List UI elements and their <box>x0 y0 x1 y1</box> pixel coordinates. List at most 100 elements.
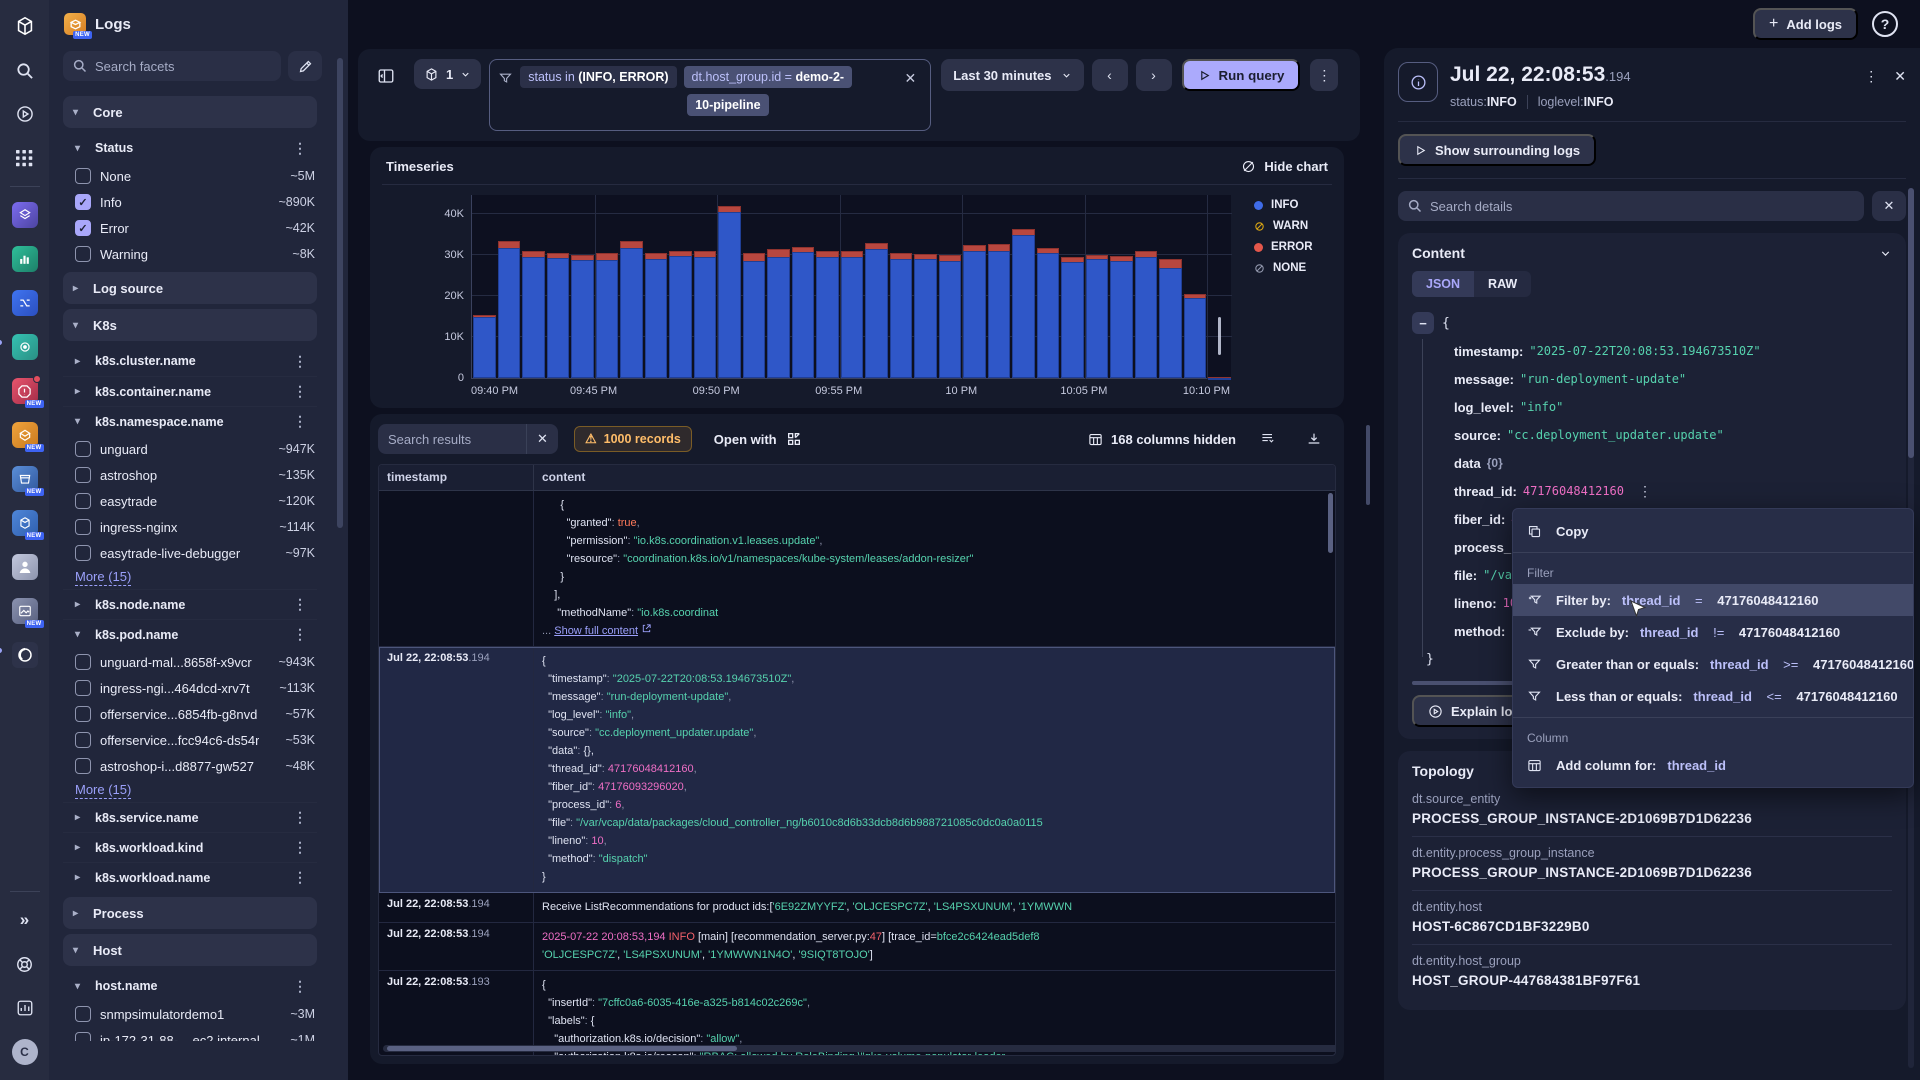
facet-value-row[interactable]: ingress-ngi...464dcd-xrv7t~113K <box>63 675 317 701</box>
chart-bar[interactable] <box>1208 377 1231 378</box>
tab-raw[interactable]: RAW <box>1474 271 1531 297</box>
facet-value-row[interactable]: Warning~8K <box>63 241 317 267</box>
json-node-message[interactable]: message:"run-deployment-update" <box>1412 365 1892 393</box>
live-debugger-app-icon[interactable]: NEW <box>7 593 43 629</box>
facet-kebab-icon[interactable]: ⋮ <box>293 809 307 826</box>
facet-section-host[interactable]: ▾Host <box>63 934 317 966</box>
analytics-icon[interactable] <box>7 990 43 1026</box>
facet-section-log-source[interactable]: ▸Log source <box>63 272 317 304</box>
menu-item-add-column-for-[interactable]: Add column for: thread_id <box>1513 749 1913 781</box>
checkbox-unchecked[interactable] <box>75 680 91 696</box>
checkbox-unchecked[interactable] <box>75 545 91 561</box>
filter-chip-1[interactable]: status in (INFO, ERROR) <box>520 66 676 88</box>
facet-kebab-icon[interactable]: ⋮ <box>293 413 307 430</box>
chart-bar[interactable] <box>865 243 888 378</box>
chart-bar[interactable] <box>963 245 986 378</box>
facet-group-k8s-node-name[interactable]: ▸k8s.node.name⋮ <box>63 589 317 619</box>
clouds-app-icon[interactable] <box>7 197 43 233</box>
menu-item-greater-than-or-equals-[interactable]: Greater than or equals: thread_id >= 471… <box>1513 648 1913 680</box>
facet-group-k8s-workload-kind[interactable]: ▸k8s.workload.kind⋮ <box>63 832 317 862</box>
chart-bar[interactable] <box>669 251 692 378</box>
table-row[interactable]: Jul 22, 22:08:53.193{ "insertId": "7cffc… <box>379 971 1335 1056</box>
checkbox-unchecked[interactable] <box>75 654 91 670</box>
distributed-tracing-app-icon[interactable] <box>7 285 43 321</box>
facet-value-row[interactable]: None~5M <box>63 163 317 189</box>
checkbox-unchecked[interactable] <box>75 732 91 748</box>
chart-bar[interactable] <box>841 251 864 378</box>
tab-json[interactable]: JSON <box>1412 271 1474 297</box>
chart-bar[interactable] <box>1086 255 1109 378</box>
show-surrounding-logs-button[interactable]: Show surrounding logs <box>1398 134 1596 166</box>
chart-bar[interactable] <box>498 241 521 378</box>
collapse-section-icon[interactable] <box>1879 247 1892 260</box>
json-node-thread_id[interactable]: thread_id:47176048412160⋮ <box>1412 477 1892 505</box>
facet-kebab-icon[interactable]: ⋮ <box>293 353 307 370</box>
hide-chart-button[interactable]: Hide chart <box>1241 159 1328 174</box>
add-logs-button[interactable]: + Add logs <box>1753 8 1858 40</box>
json-node-log_level[interactable]: log_level:"info" <box>1412 393 1892 421</box>
collapse-sidebar-icon[interactable] <box>372 62 400 90</box>
timeframe-selector[interactable]: Last 30 minutes <box>941 59 1083 91</box>
chart-bar[interactable] <box>473 315 496 378</box>
table-row[interactable]: Jul 22, 22:08:53.194{ "timestamp": "2025… <box>379 647 1335 893</box>
checkbox-unchecked[interactable] <box>75 441 91 457</box>
app-grid-icon[interactable] <box>7 140 43 176</box>
facet-value-row[interactable]: offerservice...6854fb-g8nvd~57K <box>63 701 317 727</box>
topology-value[interactable]: PROCESS_GROUP_INSTANCE-2D1069B7D1D62236 <box>1412 811 1892 826</box>
chart-bar[interactable] <box>522 251 545 378</box>
clear-filter-icon[interactable]: ✕ <box>899 66 923 91</box>
facet-value-row[interactable]: unguard~947K <box>63 436 317 462</box>
facet-value-row[interactable]: snmpsimulatordemo1~3M <box>63 1001 317 1027</box>
search-icon[interactable] <box>7 52 43 88</box>
column-header-content[interactable]: content <box>534 465 1335 490</box>
user-sessions-app-icon[interactable] <box>7 549 43 585</box>
checkbox-unchecked[interactable] <box>75 1032 91 1041</box>
collapse-node-button[interactable]: − <box>1412 312 1434 334</box>
timeseries-chart[interactable]: 010K20K30K40K09:40 PM09:45 PM09:50 PM09:… <box>386 187 1328 392</box>
clusters-app-icon[interactable]: NEW <box>7 505 43 541</box>
checkbox-unchecked[interactable] <box>75 168 91 184</box>
chart-bar[interactable] <box>620 241 643 378</box>
facet-value-row[interactable]: easytrade-live-debugger~97K <box>63 540 317 566</box>
json-node-kebab[interactable]: ⋮ <box>1638 483 1652 500</box>
facet-kebab-icon[interactable]: ⋮ <box>293 383 307 400</box>
clear-details-search-icon[interactable]: ✕ <box>1872 191 1906 221</box>
facet-section-core[interactable]: ▾Core <box>63 96 317 128</box>
automations-icon[interactable] <box>7 96 43 132</box>
legend-item-error[interactable]: ERROR <box>1254 241 1313 253</box>
facet-group-k8s-cluster-name[interactable]: ▸k8s.cluster.name⋮ <box>63 346 317 376</box>
edit-facets-button[interactable] <box>288 51 322 81</box>
chart-bar[interactable] <box>1159 259 1182 378</box>
facet-kebab-icon[interactable]: ⋮ <box>293 626 307 643</box>
topology-value[interactable]: HOST_GROUP-447684381BF97F61 <box>1412 973 1892 988</box>
table-row[interactable]: Jul 22, 22:08:53.194Receive ListRecommen… <box>379 893 1335 923</box>
chart-bar[interactable] <box>1061 257 1084 378</box>
dynatrace-logo-icon[interactable] <box>7 8 43 44</box>
facet-value-row[interactable]: unguard-mal...8658f-x9vcr~943K <box>63 649 317 675</box>
sidebar-scrollbar[interactable] <box>337 58 343 528</box>
table-row[interactable]: { "granted": true, "permission": "io.k8s… <box>379 491 1335 647</box>
facet-value-row[interactable]: ✓Error~42K <box>63 215 317 241</box>
chart-bar[interactable] <box>767 249 790 378</box>
facet-kebab-icon[interactable]: ⋮ <box>293 978 307 995</box>
columns-hidden-button[interactable]: 168 columns hidden <box>1088 432 1236 447</box>
facet-value-row[interactable]: easytrade~120K <box>63 488 317 514</box>
chart-bar[interactable] <box>547 253 570 378</box>
search-facets-input[interactable] <box>63 51 281 81</box>
timeframe-next-button[interactable]: › <box>1136 59 1172 91</box>
close-detail-icon[interactable]: ✕ <box>1894 68 1906 85</box>
facet-value-row[interactable]: ingress-nginx~114K <box>63 514 317 540</box>
checkbox-unchecked[interactable] <box>75 467 91 483</box>
chart-bar[interactable] <box>743 253 766 378</box>
table-horizontal-scrollbar[interactable] <box>383 1045 1336 1052</box>
timeframe-prev-button[interactable]: ‹ <box>1092 59 1128 91</box>
chart-bar[interactable] <box>645 253 668 378</box>
topology-value[interactable]: PROCESS_GROUP_INSTANCE-2D1069B7D1D62236 <box>1412 865 1892 880</box>
scope-selector[interactable]: 1 <box>414 59 481 89</box>
json-node-timestamp[interactable]: timestamp:"2025-07-22T20:08:53.194673510… <box>1412 337 1892 365</box>
column-header-timestamp[interactable]: timestamp <box>379 465 534 490</box>
checkbox-checked[interactable]: ✓ <box>75 194 91 210</box>
facet-group-k8s-pod-name[interactable]: ▾k8s.pod.name⋮ <box>63 619 317 649</box>
infrastructure-app-icon[interactable] <box>7 329 43 365</box>
extensions-app-icon[interactable]: NEW <box>7 461 43 497</box>
